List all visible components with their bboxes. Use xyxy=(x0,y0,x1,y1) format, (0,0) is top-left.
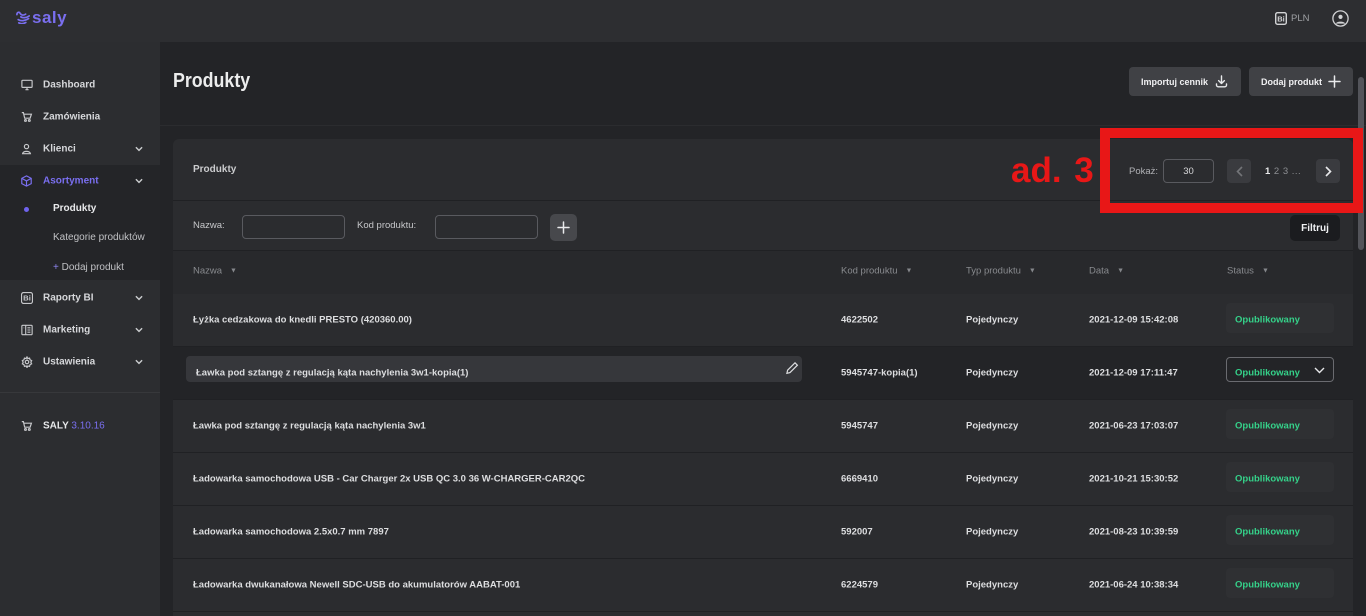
svg-text:Bi: Bi xyxy=(23,294,31,303)
svg-text:Bi: Bi xyxy=(1277,14,1285,23)
